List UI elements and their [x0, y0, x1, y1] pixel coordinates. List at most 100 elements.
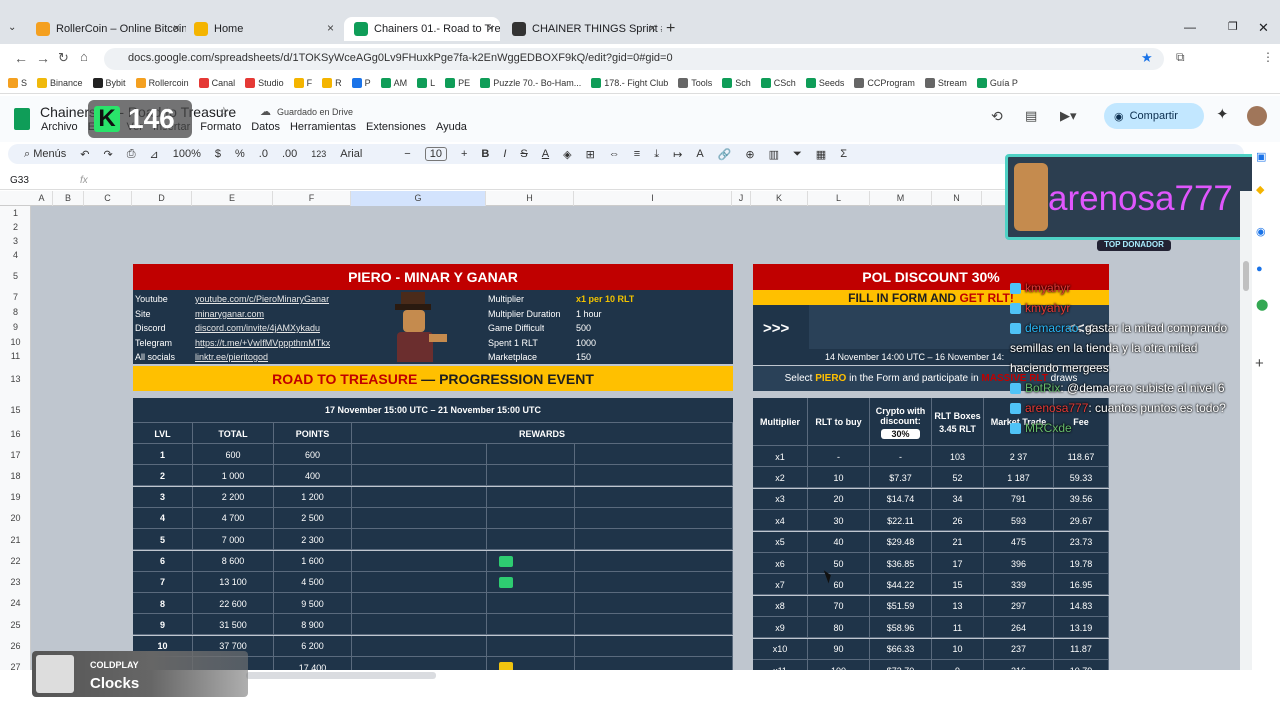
- print-icon[interactable]: ⎙: [127, 148, 136, 161]
- tab-close-icon[interactable]: ×: [173, 21, 180, 35]
- bookmark-item[interactable]: CSch: [760, 77, 796, 88]
- right-cell[interactable]: x3: [753, 488, 808, 510]
- right-cell[interactable]: x4: [753, 510, 808, 532]
- reward-cell[interactable]: [352, 593, 487, 615]
- right-cell[interactable]: x5: [753, 531, 808, 553]
- row-header[interactable]: 20: [0, 513, 31, 523]
- column-header[interactable]: D: [132, 191, 192, 206]
- reward-cell[interactable]: [575, 486, 733, 508]
- info-link[interactable]: linktr.ee/pieritogod: [195, 350, 268, 364]
- left-cell[interactable]: 8 600: [193, 550, 274, 572]
- row-header[interactable]: 11: [0, 351, 31, 361]
- tab-close-icon[interactable]: ×: [649, 21, 656, 35]
- extensions-icon[interactable]: ⧉: [1176, 50, 1185, 65]
- right-cell[interactable]: 60: [808, 574, 870, 596]
- menu-item[interactable]: Extensiones: [366, 121, 426, 133]
- left-cell[interactable]: 31 500: [193, 614, 274, 636]
- valign-icon[interactable]: ⤓: [654, 148, 659, 161]
- left-cell[interactable]: 5: [133, 529, 193, 551]
- keep-icon[interactable]: ◆: [1256, 183, 1264, 196]
- row-header[interactable]: 2: [0, 222, 31, 232]
- right-cell[interactable]: 9: [932, 660, 984, 670]
- row-header[interactable]: 17: [0, 450, 31, 460]
- row-header[interactable]: 4: [0, 250, 31, 260]
- scroll-thumb[interactable]: [1243, 261, 1249, 291]
- fill-color-icon[interactable]: ◈: [563, 148, 571, 161]
- row-header[interactable]: 25: [0, 620, 31, 630]
- right-cell[interactable]: 39.56: [1054, 488, 1109, 510]
- menu-item[interactable]: Herramientas: [290, 121, 356, 133]
- info-link[interactable]: discord.com/invite/4jAMXykadu: [195, 321, 320, 335]
- left-cell[interactable]: 1 000: [193, 465, 274, 487]
- column-header[interactable]: J: [732, 191, 751, 206]
- right-cell[interactable]: $51.59: [870, 595, 932, 617]
- right-cell[interactable]: 10: [808, 467, 870, 489]
- chart-icon[interactable]: ▥: [769, 148, 779, 161]
- right-cell[interactable]: $29.48: [870, 531, 932, 553]
- bookmark-item[interactable]: Studio: [245, 77, 284, 88]
- undo-icon[interactable]: ↶: [80, 148, 89, 161]
- reward-cell[interactable]: [487, 444, 575, 465]
- bookmark-item[interactable]: Tools: [678, 77, 712, 88]
- reward-cell[interactable]: [352, 507, 487, 529]
- right-cell[interactable]: 297: [984, 595, 1054, 617]
- new-tab-button[interactable]: +: [666, 20, 675, 38]
- right-cell[interactable]: 1 187: [984, 467, 1054, 489]
- right-cell[interactable]: $7.37: [870, 467, 932, 489]
- paint-format-icon[interactable]: ⊿: [150, 148, 159, 161]
- left-cell[interactable]: 17 400: [274, 657, 352, 670]
- filter-views-icon[interactable]: ▦: [816, 148, 826, 161]
- reward-cell[interactable]: [352, 635, 487, 657]
- sheets-logo-icon[interactable]: [14, 108, 30, 130]
- column-header[interactable]: N: [932, 191, 982, 206]
- column-header[interactable]: K: [751, 191, 808, 206]
- percent-button[interactable]: %: [235, 148, 245, 160]
- column-header[interactable]: C: [84, 191, 132, 206]
- row-header[interactable]: 22: [0, 556, 31, 566]
- bookmark-item[interactable]: L: [417, 77, 435, 88]
- left-cell[interactable]: 9 500: [274, 593, 352, 615]
- right-cell[interactable]: 10: [932, 638, 984, 660]
- number-format-button[interactable]: 123: [311, 149, 326, 159]
- right-cell[interactable]: 13: [932, 595, 984, 617]
- right-cell[interactable]: x10: [753, 638, 808, 660]
- currency-button[interactable]: $: [215, 148, 221, 160]
- left-cell[interactable]: 6 200: [274, 635, 352, 657]
- left-cell[interactable]: 2: [133, 465, 193, 487]
- right-cell[interactable]: 29.67: [1054, 510, 1109, 532]
- zoom-select[interactable]: 100%: [173, 148, 201, 160]
- reward-cell[interactable]: [487, 571, 575, 593]
- left-cell[interactable]: 600: [274, 444, 352, 465]
- font-size-decrease-button[interactable]: −: [404, 148, 410, 160]
- right-cell[interactable]: 34: [932, 488, 984, 510]
- right-cell[interactable]: 23.73: [1054, 531, 1109, 553]
- font-size-input[interactable]: 10: [424, 147, 447, 161]
- menu-item[interactable]: Archivo: [41, 121, 78, 133]
- right-cell[interactable]: 791: [984, 488, 1054, 510]
- meet-icon[interactable]: ▶▾: [1060, 108, 1077, 124]
- reward-cell[interactable]: [352, 444, 487, 465]
- bold-button[interactable]: B: [481, 148, 489, 160]
- right-cell[interactable]: 90: [808, 638, 870, 660]
- left-cell[interactable]: 13 100: [193, 571, 274, 593]
- row-header[interactable]: 9: [0, 322, 31, 332]
- bookmark-item[interactable]: 178.- Fight Club: [591, 77, 668, 88]
- row-header[interactable]: 1: [0, 208, 31, 218]
- right-cell[interactable]: 10.79: [1054, 660, 1109, 670]
- left-cell[interactable]: 7 000: [193, 529, 274, 551]
- gemini-icon[interactable]: ✦: [1216, 105, 1229, 123]
- left-cell[interactable]: 3: [133, 486, 193, 508]
- right-cell[interactable]: 14.83: [1054, 595, 1109, 617]
- reward-cell[interactable]: [352, 529, 487, 551]
- right-cell[interactable]: $66.33: [870, 638, 932, 660]
- row-header[interactable]: 19: [0, 492, 31, 502]
- right-cell[interactable]: $22.11: [870, 510, 932, 532]
- add-addon-icon[interactable]: +: [1255, 355, 1264, 372]
- right-cell[interactable]: $73.70: [870, 660, 932, 670]
- share-button[interactable]: ◉ Compartir: [1104, 103, 1204, 129]
- reward-cell[interactable]: [575, 657, 733, 670]
- right-cell[interactable]: 118.67: [1054, 446, 1109, 467]
- column-header[interactable]: A: [31, 191, 53, 206]
- menu-item[interactable]: Formato: [200, 121, 241, 133]
- bookmark-item[interactable]: P: [351, 77, 371, 88]
